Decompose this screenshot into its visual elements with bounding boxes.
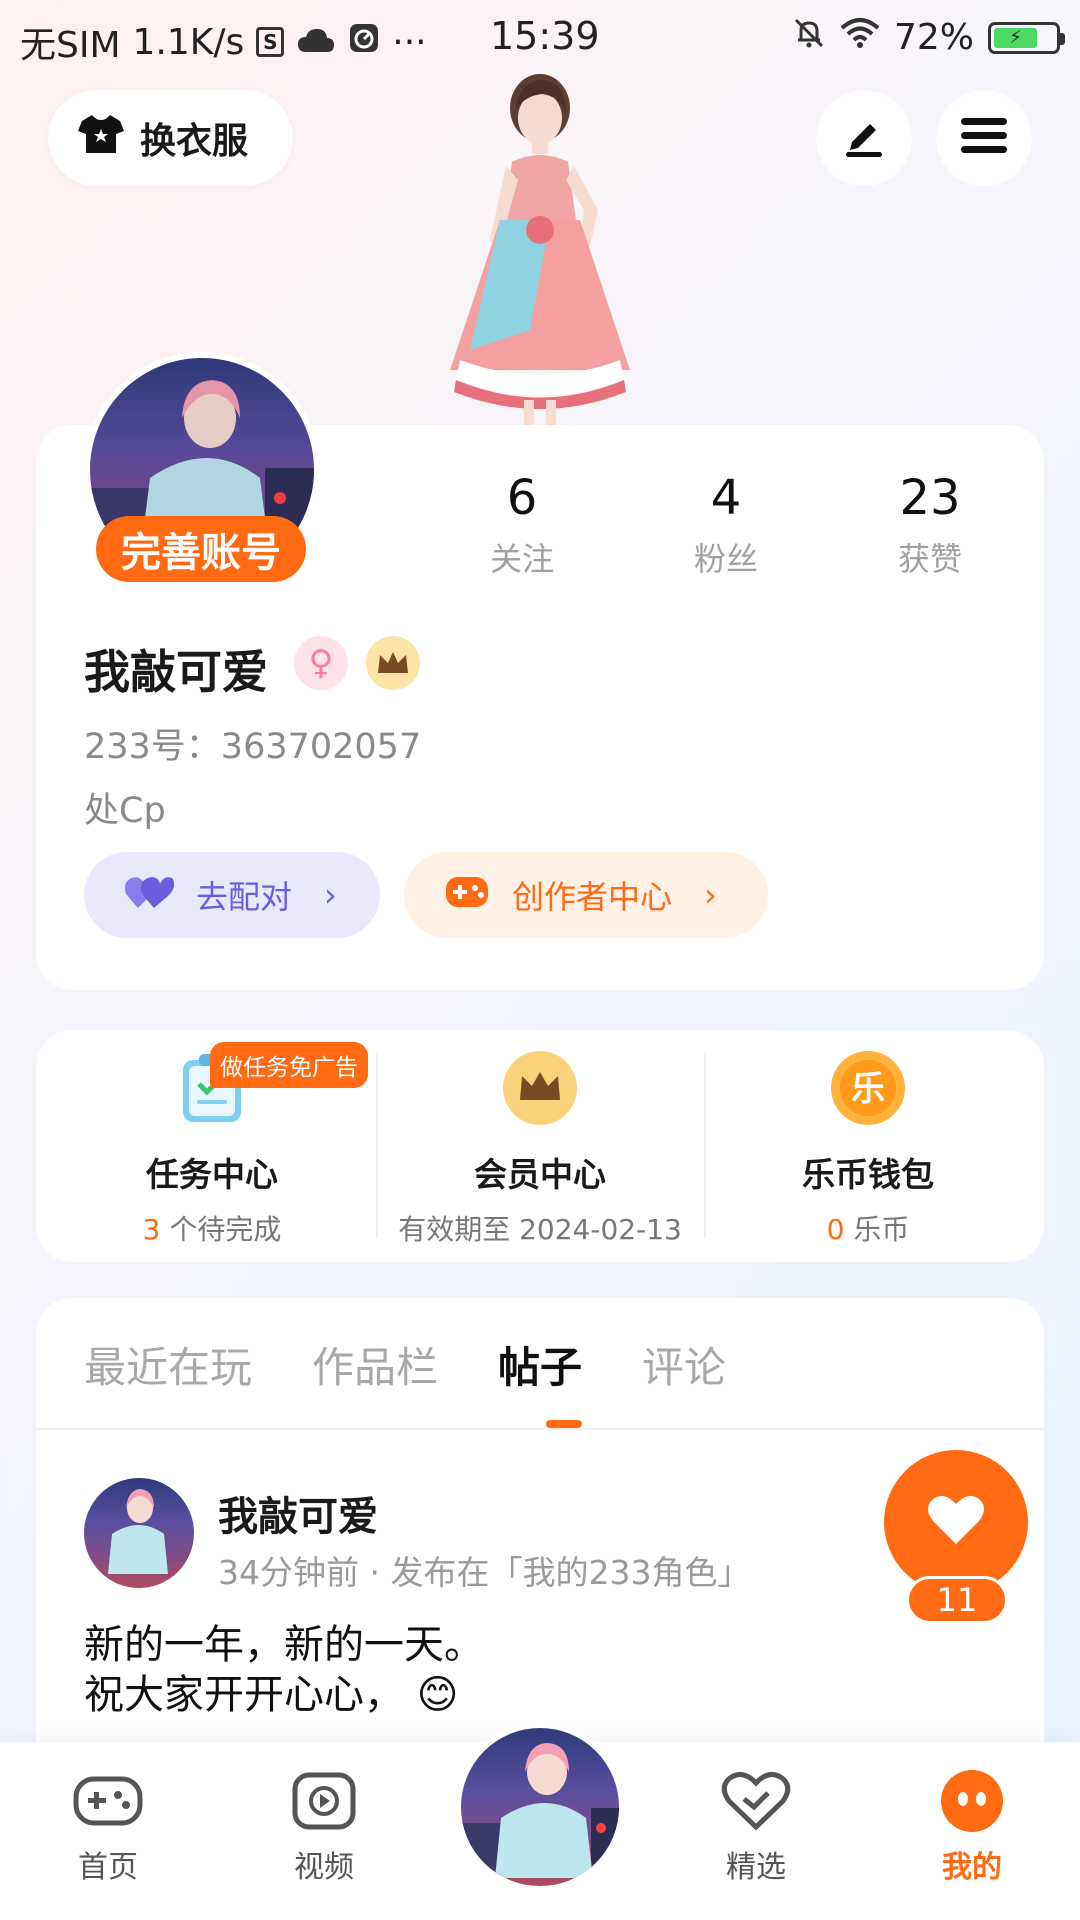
- heart-check-icon: [718, 1768, 794, 1834]
- tab-works[interactable]: 作品栏: [312, 1334, 438, 1395]
- task-pending-count: 3: [142, 1213, 161, 1246]
- go-pair-button[interactable]: 去配对 ›: [84, 852, 380, 938]
- nav-featured-label: 精选: [726, 1850, 786, 1885]
- like-count: 11: [906, 1576, 1008, 1624]
- coin-suffix: 乐币: [844, 1213, 910, 1246]
- tab-posts[interactable]: 帖子: [498, 1334, 582, 1395]
- notification-s-icon: S: [256, 27, 285, 57]
- chevron-right-icon: ›: [704, 876, 717, 914]
- task-tag-badge: 做任务免广告: [210, 1042, 368, 1088]
- play-icon: [286, 1768, 362, 1834]
- le-coin-icon: 乐: [830, 1050, 906, 1126]
- post-content[interactable]: 新的一年，新的一天。 祝大家开开心心， 😊: [84, 1620, 484, 1720]
- nickname: 我敲可爱: [84, 645, 268, 699]
- nav-home-label: 首页: [78, 1850, 138, 1885]
- network-speed: 1.1K/s: [132, 21, 245, 63]
- followers-label: 粉丝: [693, 540, 758, 578]
- nav-featured[interactable]: 精选: [686, 1768, 826, 1886]
- smile-emoji: 😊: [416, 1672, 459, 1718]
- mute-bell-icon: [792, 16, 826, 59]
- gamepad-plus-icon: [444, 873, 490, 917]
- more-icon: ···: [392, 21, 427, 63]
- pen-icon: [842, 114, 886, 162]
- feed-tabs: 最近在玩 作品栏 帖子 评论: [84, 1334, 726, 1395]
- nav-mine-label: 我的: [942, 1850, 1002, 1885]
- tab-recent-played[interactable]: 最近在玩: [84, 1334, 252, 1395]
- vip-center-item[interactable]: 会员中心 有效期至 2024-02-13: [376, 1030, 704, 1262]
- tabs-divider: [36, 1428, 1044, 1430]
- clock: 15:39: [490, 14, 600, 58]
- change-outfit-button[interactable]: 换衣服: [48, 90, 293, 186]
- like-button[interactable]: [884, 1450, 1028, 1594]
- post-line-1: 新的一年，新的一天。: [84, 1622, 484, 1668]
- stat-following[interactable]: 6 关注: [442, 470, 602, 580]
- user-id: 233号：363702057: [84, 727, 422, 767]
- followers-count: 4: [710, 470, 742, 526]
- nav-video[interactable]: 视频: [254, 1768, 394, 1886]
- nav-home[interactable]: 首页: [38, 1768, 178, 1886]
- wallet-item[interactable]: 乐 乐币钱包 0 乐币: [704, 1030, 1032, 1262]
- vip-center-title: 会员中心: [474, 1155, 606, 1194]
- status-bar: 无SIM 1.1K/s S ··· 15:39 72% ⚡: [0, 0, 1080, 80]
- carrier-text: 无SIM: [20, 25, 121, 66]
- post-line-2: 祝大家开开心心， 😊: [84, 1672, 459, 1718]
- tshirt-icon: [78, 113, 124, 164]
- creator-center-label: 创作者中心: [512, 878, 673, 916]
- gamepad-icon: [70, 1768, 146, 1834]
- coin-count: 0: [826, 1213, 845, 1246]
- post-meta: 34分钟前 · 发布在「我的233角色」: [218, 1553, 751, 1592]
- post-author-avatar[interactable]: [84, 1478, 194, 1588]
- complete-account-button[interactable]: 完善账号: [96, 516, 306, 582]
- bio: 处Cp: [84, 791, 166, 831]
- active-tab-indicator: [546, 1420, 582, 1428]
- nav-mine[interactable]: 我的: [902, 1768, 1042, 1886]
- following-label: 关注: [489, 540, 554, 578]
- status-left: 无SIM 1.1K/s S ···: [20, 16, 427, 68]
- female-gender-icon: ♀: [294, 636, 348, 690]
- task-center-sub: 3 个待完成: [143, 1208, 282, 1248]
- stat-likes[interactable]: 23 获赞: [850, 470, 1010, 580]
- hamburger-icon: [961, 116, 1007, 160]
- wifi-icon: [840, 17, 880, 58]
- wallet-title: 乐币钱包: [802, 1155, 934, 1194]
- heart-icon: [927, 1494, 985, 1550]
- vip-expiry: 有效期至 2024-02-13: [398, 1213, 682, 1246]
- task-pending-suffix: 个待完成: [160, 1213, 282, 1246]
- double-heart-icon: [124, 872, 175, 918]
- vip-crown-icon[interactable]: [366, 636, 420, 690]
- avatar-character-figure[interactable]: [420, 70, 660, 430]
- likes-label: 获赞: [897, 540, 962, 578]
- gold-crown-icon: [502, 1050, 578, 1126]
- face-icon: [934, 1768, 1010, 1834]
- svg-text:乐: 乐: [851, 1069, 885, 1109]
- stat-followers[interactable]: 4 粉丝: [646, 470, 806, 580]
- likes-count: 23: [899, 470, 961, 526]
- battery-percent: 72%: [893, 17, 974, 58]
- following-count: 6: [506, 470, 538, 526]
- post-author-name[interactable]: 我敲可爱: [218, 1484, 378, 1542]
- nav-center-avatar[interactable]: [455, 1722, 625, 1892]
- task-center-title: 任务中心: [146, 1155, 278, 1194]
- go-pair-label: 去配对: [196, 878, 293, 916]
- battery-icon: ⚡: [988, 21, 1065, 54]
- menu-button[interactable]: [936, 90, 1032, 186]
- cloud-icon: [296, 22, 336, 63]
- creator-center-button[interactable]: 创作者中心 ›: [404, 852, 768, 938]
- chevron-right-icon: ›: [324, 876, 337, 914]
- edit-button[interactable]: [816, 90, 912, 186]
- wallet-sub: 0 乐币: [827, 1208, 910, 1248]
- tab-comments[interactable]: 评论: [642, 1334, 726, 1395]
- status-right: 72% ⚡: [792, 16, 1065, 59]
- speedometer-icon: [348, 22, 380, 63]
- change-outfit-label: 换衣服: [140, 121, 249, 162]
- nav-video-label: 视频: [294, 1850, 354, 1885]
